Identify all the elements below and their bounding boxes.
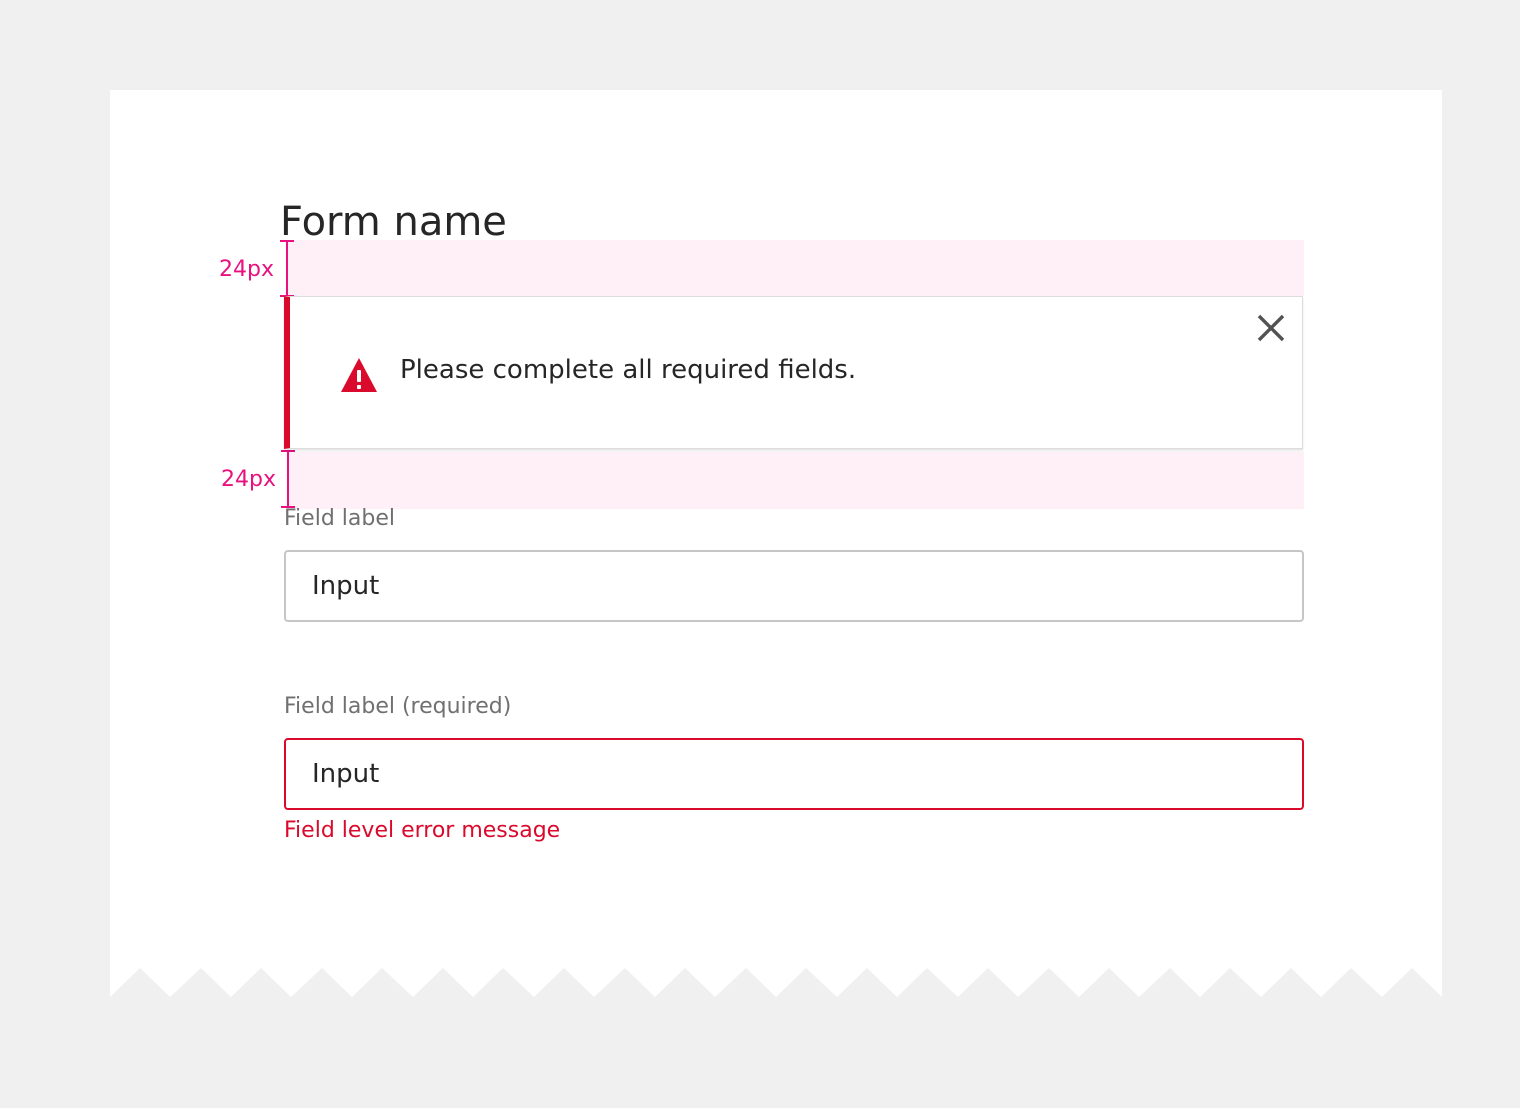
text-input[interactable] [284,550,1304,622]
notification-message: Please complete all required fields. [400,355,857,385]
spacing-label-top: 24px [219,257,274,282]
error-notification: Please complete all required fields. [284,296,1303,449]
required-field-label: Field label (required) [284,694,512,719]
spacing-highlight-bottom [287,452,1304,509]
warning-triangle-icon [341,358,377,392]
spacing-highlight-top [287,240,1304,296]
required-text-input[interactable] [284,738,1304,810]
field-error-message: Field level error message [284,818,561,843]
spacing-measure-top [280,240,294,297]
spacing-label-bottom: 24px [221,467,276,492]
close-notification-button[interactable] [1254,311,1288,345]
torn-edge-divider [110,968,1442,1000]
spacing-measure-bottom [281,450,295,508]
close-icon [1257,314,1285,342]
field-label: Field label [284,506,395,531]
